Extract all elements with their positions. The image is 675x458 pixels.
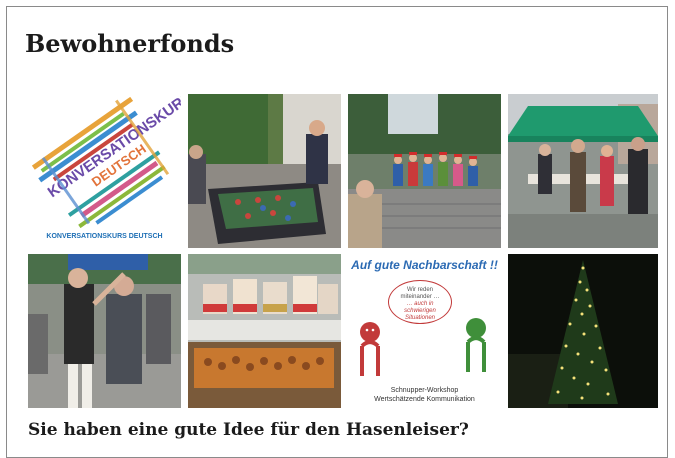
workshop-footer: Schnupper-Workshop Wertschätzende Kommun… [348,386,501,404]
choir-photo [348,94,501,248]
word-cloud-caption: KONVERSATIONSKURS DEUTSCH [46,233,163,240]
gallery-image-children-choir[interactable] [348,94,501,248]
foosball-photo [188,94,341,248]
workshop-footer-line-1: Schnupper-Workshop [390,387,459,394]
gallery-image-christmas-tree[interactable] [508,254,658,408]
workshop-figures [360,318,486,376]
gallery-image-dancing[interactable] [28,254,181,408]
page-title: Bewohnerfonds [25,29,235,58]
gift-baskets-photo [188,254,341,408]
market-tent-photo [508,94,658,248]
photo-gallery: KONVERSATIONSKURS DEUTSCH KONVERSATIONSK… [28,94,658,408]
section-subtitle: Sie haben eine gute Idee für den Hasenle… [28,420,469,440]
gallery-image-gift-baskets[interactable] [188,254,341,408]
gallery-image-word-cloud[interactable]: KONVERSATIONSKURS DEUTSCH KONVERSATIONSK… [28,94,181,248]
dancing-photo [28,254,181,408]
gallery-image-foosball[interactable] [188,94,341,248]
word-cloud-graphic: KONVERSATIONSKURS DEUTSCH [31,94,181,229]
gallery-image-market-tent[interactable] [508,94,658,248]
christmas-tree-photo [508,254,658,408]
gallery-image-workshop-poster[interactable]: Auf gute Nachbarschaft !! Wir reden mite… [348,254,501,408]
workshop-footer-line-2: Wertschätzende Kommunikation [374,396,475,403]
